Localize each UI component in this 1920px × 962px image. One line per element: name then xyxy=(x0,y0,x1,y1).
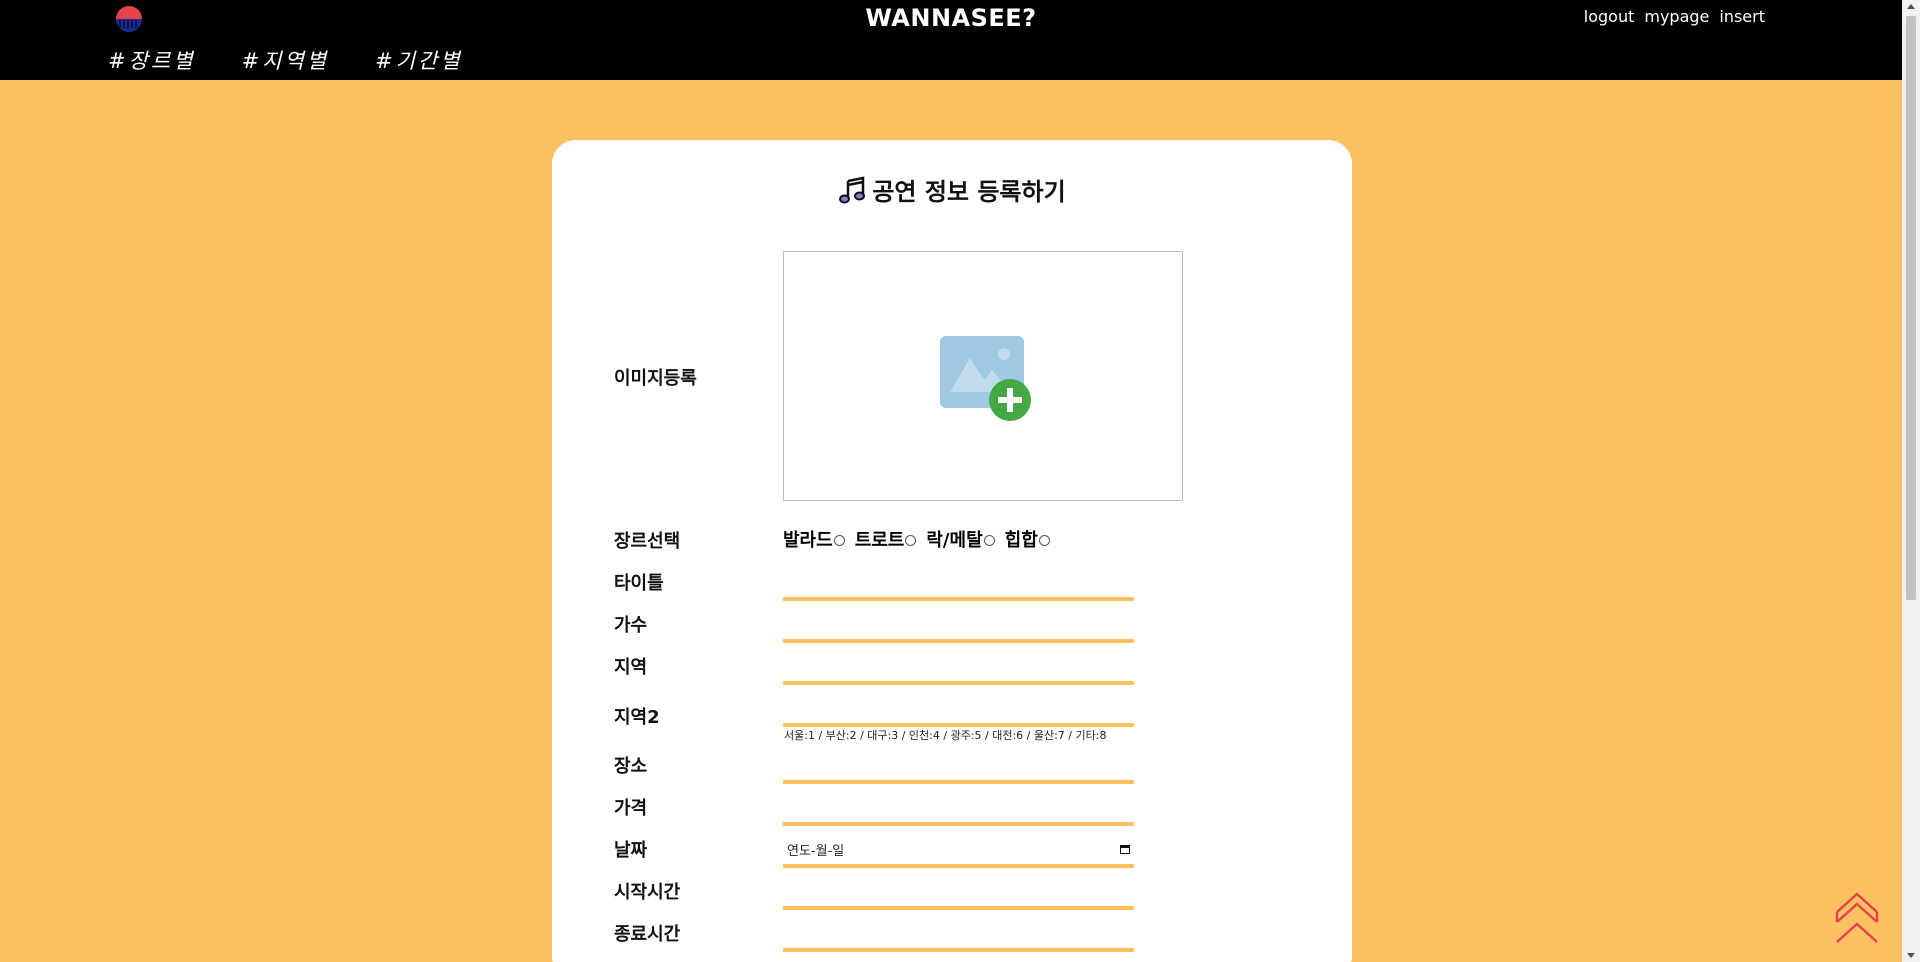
start-time-label: 시작시간 xyxy=(614,882,681,903)
genre-radio-group: 발라드 트로트 락/메탈 힙합 xyxy=(783,526,1050,552)
scroll-up-arrow-icon[interactable] xyxy=(1907,4,1915,9)
date-input[interactable]: 연도-월-일 xyxy=(783,834,1134,868)
genre-option-trot[interactable]: 트로트 xyxy=(855,526,917,552)
region-code-hint: 서울:1 / 부산:2 / 대구:3 / 인천:4 / 광주:5 / 대전:6 … xyxy=(784,729,1107,742)
nav-by-period[interactable]: #기간별 xyxy=(375,45,463,75)
page-scrollbar[interactable] xyxy=(1902,0,1920,962)
genre-trot-radio[interactable] xyxy=(905,535,917,546)
title-label: 타이틀 xyxy=(614,573,664,594)
region2-label: 지역2 xyxy=(614,707,660,728)
scroll-down-arrow-icon[interactable] xyxy=(1907,953,1915,958)
price-label: 가격 xyxy=(614,798,648,819)
image-upload-box[interactable] xyxy=(783,251,1183,501)
nav-by-genre[interactable]: #장르별 xyxy=(108,45,196,75)
form-title-text: 공연 정보 등록하기 xyxy=(872,178,1066,206)
genre-hiphop-label: 힙합 xyxy=(1004,530,1038,551)
logout-link[interactable]: logout xyxy=(1584,7,1635,26)
genre-trot-label: 트로트 xyxy=(854,530,905,551)
region2-input[interactable] xyxy=(783,693,1134,727)
genre-label: 장르선택 xyxy=(614,531,681,552)
place-label: 장소 xyxy=(614,756,648,777)
singer-label: 가수 xyxy=(614,615,648,636)
user-nav: logout mypage insert xyxy=(1584,7,1765,26)
genre-ballad-label: 발라드 xyxy=(783,530,833,551)
add-image-icon xyxy=(940,336,1031,421)
end-time-label: 종료시간 xyxy=(614,924,681,945)
category-nav: #장르별 #지역별 #기간별 xyxy=(108,45,463,75)
nav-by-region[interactable]: #지역별 xyxy=(242,45,330,75)
genre-option-hiphop[interactable]: 힙합 xyxy=(1005,526,1050,552)
music-note-icon xyxy=(839,176,866,204)
double-chevron-up-icon[interactable] xyxy=(1834,890,1880,944)
title-input[interactable] xyxy=(783,567,1134,601)
genre-option-ballad[interactable]: 발라드 xyxy=(783,526,845,552)
insert-link[interactable]: insert xyxy=(1719,7,1765,26)
calendar-icon[interactable] xyxy=(1120,844,1130,854)
date-placeholder: 연도-월-일 xyxy=(787,843,845,859)
genre-ballad-radio[interactable] xyxy=(833,535,845,546)
image-label: 이미지등록 xyxy=(614,368,697,389)
place-input[interactable] xyxy=(783,750,1134,784)
mypage-link[interactable]: mypage xyxy=(1644,7,1709,26)
genre-option-rock[interactable]: 락/메탈 xyxy=(926,526,995,552)
price-input[interactable] xyxy=(783,792,1134,826)
genre-rock-label: 락/메탈 xyxy=(926,530,983,551)
genre-rock-radio[interactable] xyxy=(983,535,995,546)
date-label: 날짜 xyxy=(614,840,648,861)
singer-input[interactable] xyxy=(783,609,1134,643)
scrollbar-thumb[interactable] xyxy=(1906,16,1916,600)
end-time-input[interactable] xyxy=(783,918,1134,952)
region-input[interactable] xyxy=(783,651,1134,685)
start-time-input[interactable] xyxy=(783,876,1134,910)
top-header: WANNASEE? logout mypage insert #장르별 #지역별… xyxy=(0,0,1902,80)
region-label: 지역 xyxy=(614,657,648,678)
genre-hiphop-radio[interactable] xyxy=(1038,535,1050,546)
form-title: 공연 정보 등록하기 xyxy=(552,172,1352,207)
register-form-card: 공연 정보 등록하기 이미지등록 장르선택 발라드 트로트 락/메탈 힙합 타이… xyxy=(552,140,1352,962)
